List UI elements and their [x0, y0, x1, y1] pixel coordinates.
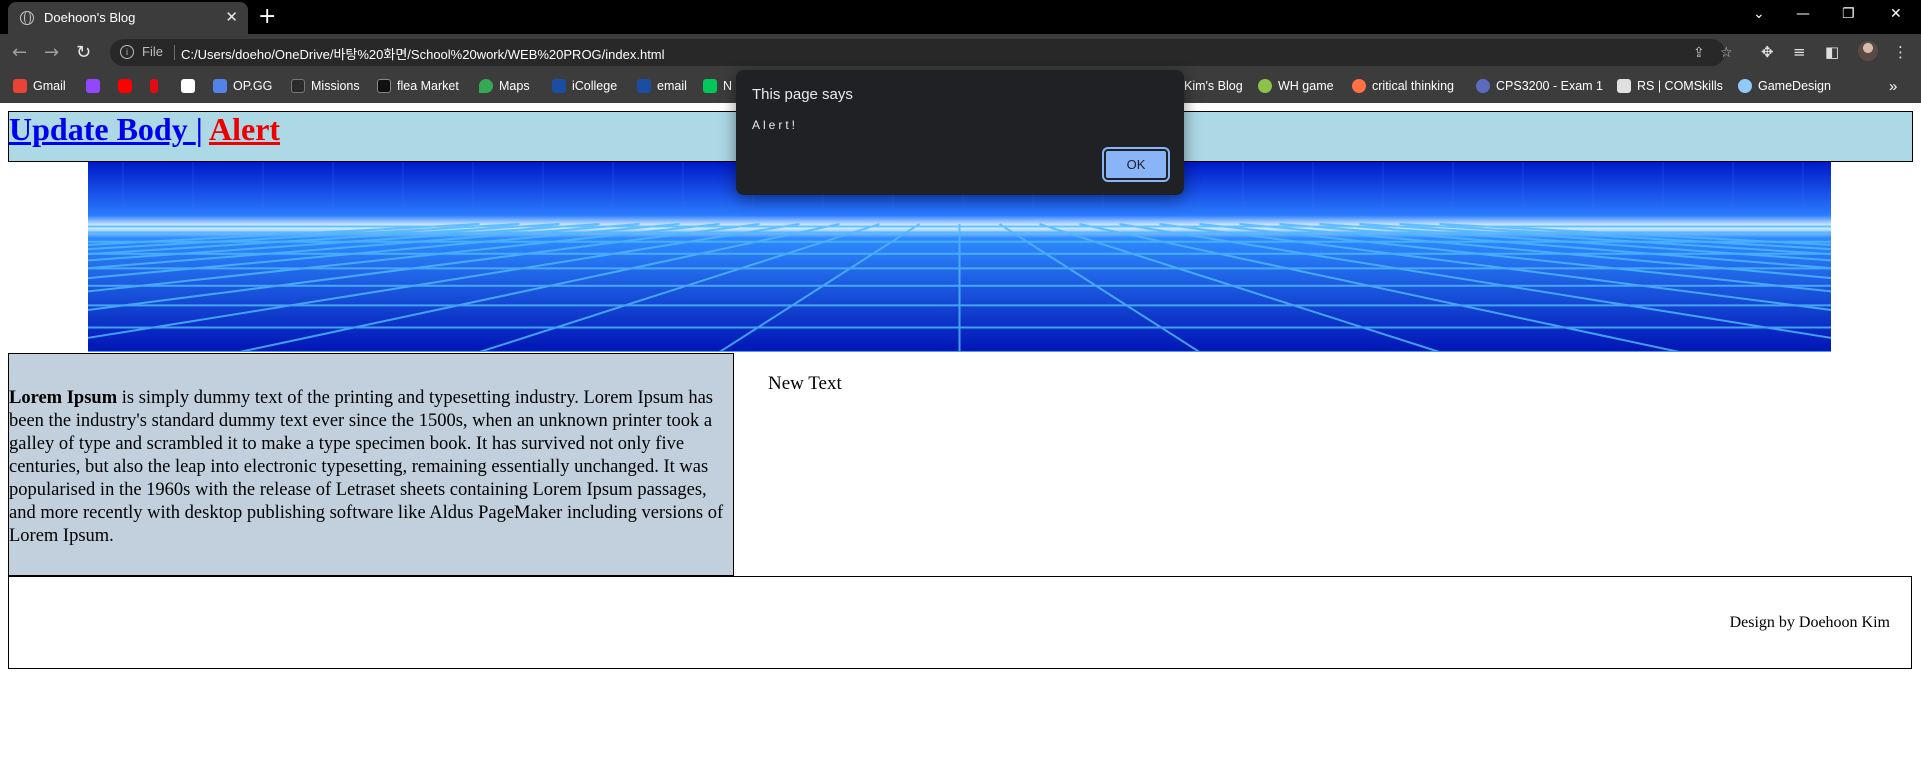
bookmark-maps[interactable]: Maps: [479, 76, 530, 96]
netflix-icon: [150, 79, 158, 93]
document-icon: [1617, 79, 1631, 93]
tab-close-icon[interactable]: ✕: [225, 8, 238, 26]
footer-credit: Design by Doehoon Kim: [1729, 614, 1890, 631]
new-tab-button[interactable]: +: [258, 4, 276, 29]
side-panel-icon[interactable]: ◧: [1825, 43, 1839, 61]
menu-kebab-icon[interactable]: ⋮: [1893, 43, 1908, 61]
dialog-title: This page says: [752, 86, 853, 103]
lorem-body: is simply dummy text of the printing and…: [9, 388, 724, 546]
lorem-bold-lead: Lorem Ipsum: [9, 388, 118, 408]
update-body-link[interactable]: Update Body: [9, 111, 196, 147]
browser-tab[interactable]: Doehoon's Blog ✕: [8, 2, 248, 34]
wh-game-icon: [1258, 79, 1272, 93]
bookmarks-overflow-button[interactable]: »: [1889, 76, 1897, 96]
url-text[interactable]: C:/Users/doeho/OneDrive/바탕%20화면/School%2…: [181, 44, 665, 63]
critical-thinking-icon: [1352, 79, 1366, 93]
maps-pin-icon: [479, 79, 493, 93]
tarkov-market-icon: [377, 79, 391, 93]
tab-search-icon[interactable]: ⌄: [1753, 6, 1765, 22]
site-info-icon[interactable]: i: [120, 45, 134, 59]
bookmark-netflix[interactable]: [150, 76, 158, 96]
dialog-message: Alert!: [752, 118, 799, 132]
reading-list-icon[interactable]: ≡: [1793, 43, 1806, 61]
bookmark-cps3200-exam[interactable]: CPS3200 - Exam 1: [1476, 76, 1603, 96]
alert-dialog: This page says Alert! OK: [736, 70, 1184, 195]
icollege-icon: [552, 79, 566, 93]
bookmark-naver[interactable]: N: [703, 76, 732, 96]
address-bar[interactable]: i File C:/Users/doeho/OneDrive/바탕%20화면/S…: [110, 39, 1733, 66]
restore-button[interactable]: ❐: [1842, 6, 1855, 22]
bookmark-email[interactable]: email: [637, 76, 687, 96]
naver-icon: [703, 79, 717, 93]
opgg-icon: [213, 79, 227, 93]
page-footer: Design by Doehoon Kim: [8, 576, 1912, 669]
browser-toolbar: ← → ↻ i File C:/Users/doeho/OneDrive/바탕%…: [0, 34, 1921, 70]
alert-link[interactable]: Alert: [209, 111, 280, 147]
tab-strip: Doehoon's Blog ✕ + ⌄ — ❐ ✕: [0, 0, 1921, 34]
minimize-button[interactable]: —: [1796, 6, 1810, 22]
profile-avatar[interactable]: [1858, 41, 1878, 61]
bookmark-gamedesign[interactable]: GameDesign: [1738, 76, 1831, 96]
bookmark-gmail[interactable]: Gmail: [13, 76, 66, 96]
email-icon: [637, 79, 651, 93]
tab-title: Doehoon's Blog: [44, 10, 136, 25]
back-button[interactable]: ←: [12, 42, 27, 63]
header-separator: |: [195, 111, 203, 147]
address-divider: [174, 45, 175, 60]
bookmark-missions[interactable]: Missions: [291, 76, 360, 96]
lorem-paragraph: Lorem Ipsum is simply dummy text of the …: [9, 387, 731, 548]
bookmark-flea-market[interactable]: flea Market: [377, 76, 459, 96]
header-links: Update Body | Alert: [9, 112, 280, 146]
bookmark-amazon[interactable]: [181, 76, 195, 96]
ok-button[interactable]: OK: [1102, 147, 1170, 182]
amazon-icon: [181, 79, 195, 93]
bookmark-critical-thinking[interactable]: critical thinking: [1352, 76, 1454, 96]
bookmark-icollege[interactable]: iCollege: [552, 76, 617, 96]
lorem-section: Lorem Ipsum is simply dummy text of the …: [8, 353, 734, 576]
quiz-icon: [1476, 79, 1490, 93]
forward-button[interactable]: →: [44, 42, 59, 63]
new-text: New Text: [768, 373, 842, 394]
page-viewport: Update Body | Alert Lorem Ipsum is simpl…: [0, 103, 1921, 778]
bookmark-twitch[interactable]: [86, 76, 100, 96]
reload-button[interactable]: ↻: [76, 42, 91, 63]
gmail-icon: [13, 79, 27, 93]
twitch-icon: [86, 79, 100, 93]
bookmark-youtube[interactable]: [118, 76, 132, 96]
bookmark-opgg[interactable]: OP.GG: [213, 76, 272, 96]
youtube-icon: [118, 79, 132, 93]
bookmark-comskills[interactable]: RS | COMSkills: [1617, 76, 1723, 96]
scheme-label: File: [142, 44, 163, 59]
close-window-button[interactable]: ✕: [1890, 6, 1902, 22]
share-icon[interactable]: ⇪: [1693, 45, 1705, 61]
globe-icon: [20, 11, 34, 25]
extensions-icon[interactable]: ✥: [1761, 43, 1774, 61]
bookmark-kims-blog[interactable]: Kim's Blog: [1184, 76, 1243, 96]
bookmark-star-icon[interactable]: ☆: [1720, 45, 1733, 61]
game-design-icon: [1738, 79, 1752, 93]
bookmark-wh-game[interactable]: WH game: [1258, 76, 1334, 96]
missions-icon: [291, 79, 305, 93]
